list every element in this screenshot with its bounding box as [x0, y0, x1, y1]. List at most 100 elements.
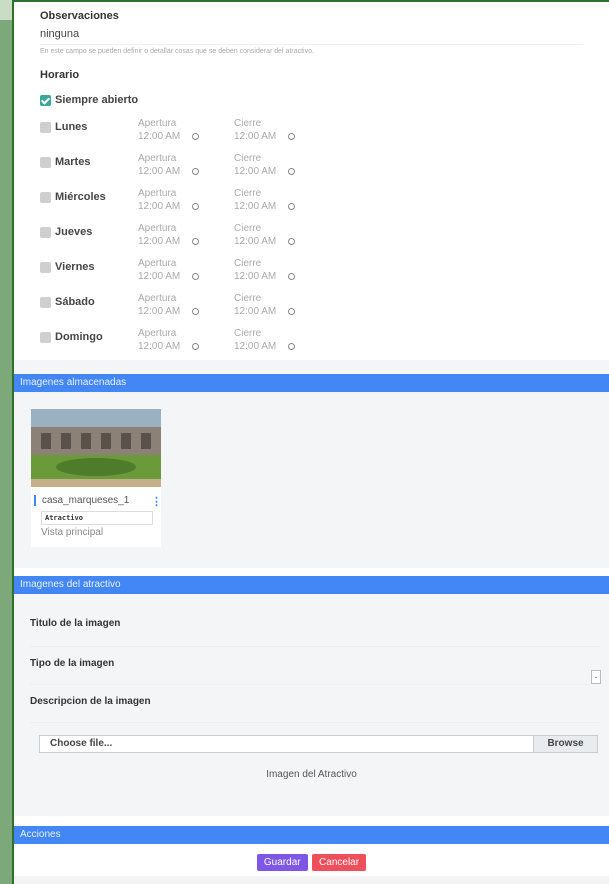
- checkbox-unchecked-icon[interactable]: [40, 226, 51, 238]
- image-title-label: Titulo de la imagen: [30, 618, 121, 629]
- clock-icon[interactable]: [192, 307, 200, 315]
- background-corner: [0, 0, 12, 20]
- chevron-down-icon[interactable]: ⌄: [591, 670, 601, 684]
- stored-image-filename[interactable]: casa_marqueses_1: [34, 495, 154, 506]
- day-name: Lunes: [55, 121, 88, 133]
- day-toggle[interactable]: Viernes: [40, 258, 138, 273]
- close-caption: Cierre: [234, 223, 262, 234]
- clock-icon[interactable]: [192, 237, 200, 245]
- close-caption: Cierre: [234, 293, 262, 304]
- image-description-input[interactable]: [30, 722, 599, 723]
- open-time-value: 12:00 AM: [138, 341, 181, 352]
- close-time-field[interactable]: Cierre 12:00 AM: [234, 293, 330, 317]
- image-title-input[interactable]: [30, 646, 599, 647]
- open-time-field[interactable]: Apertura 12:00 AM: [138, 293, 234, 317]
- clock-icon[interactable]: [288, 237, 296, 245]
- close-time-value: 12:00 AM: [234, 166, 277, 177]
- save-button[interactable]: Guardar: [256, 854, 308, 871]
- checkbox-unchecked-icon[interactable]: [40, 331, 51, 343]
- open-caption: Apertura: [138, 223, 177, 234]
- browse-button[interactable]: Browse: [533, 736, 597, 752]
- stored-images-section: casa_marqueses_1 ⋮ Atractivo Vista princ…: [14, 392, 609, 568]
- day-name: Martes: [55, 156, 91, 168]
- always-open-toggle[interactable]: Siempre abierto: [40, 94, 583, 106]
- open-time-field[interactable]: Apertura 12:00 AM: [138, 328, 234, 352]
- checkbox-unchecked-icon[interactable]: [40, 191, 51, 203]
- close-time-field[interactable]: Cierre 12:00 AM: [234, 328, 330, 352]
- observaciones-help: En este campo se pueden definir o detall…: [40, 44, 583, 55]
- clock-icon[interactable]: [192, 272, 200, 280]
- horario-label: Horario: [40, 69, 80, 81]
- close-time-field[interactable]: Cierre 12:00 AM: [234, 223, 330, 247]
- file-input[interactable]: Choose file... Browse: [39, 735, 598, 753]
- clock-icon[interactable]: [192, 202, 200, 210]
- open-time-field[interactable]: Apertura 12:00 AM: [138, 188, 234, 212]
- clock-icon[interactable]: [288, 307, 296, 315]
- more-options-icon[interactable]: ⋮: [151, 495, 162, 508]
- clock-icon[interactable]: [288, 342, 296, 350]
- clock-icon[interactable]: [192, 342, 200, 350]
- clock-icon[interactable]: [288, 272, 296, 280]
- close-time-field[interactable]: Cierre 12:00 AM: [234, 188, 330, 212]
- clock-icon[interactable]: [192, 167, 200, 175]
- day-toggle[interactable]: Lunes: [40, 118, 138, 133]
- day-toggle[interactable]: Sábado: [40, 293, 138, 308]
- checkbox-unchecked-icon[interactable]: [40, 121, 51, 133]
- close-time-value: 12:00 AM: [234, 341, 277, 352]
- close-time-field[interactable]: Cierre 12:00 AM: [234, 118, 330, 142]
- day-toggle[interactable]: Martes: [40, 153, 138, 168]
- file-input-placeholder: Choose file...: [50, 738, 113, 749]
- clock-icon[interactable]: [288, 132, 296, 140]
- close-time-value: 12:00 AM: [234, 236, 277, 247]
- cancel-button[interactable]: Cancelar: [312, 854, 367, 871]
- open-caption: Apertura: [138, 118, 177, 129]
- image-type-label: Tipo de la imagen: [30, 658, 115, 669]
- day-name: Sábado: [55, 296, 95, 308]
- open-time-field[interactable]: Apertura 12:00 AM: [138, 258, 234, 282]
- checkbox-unchecked-icon[interactable]: [40, 296, 51, 308]
- day-toggle[interactable]: Miércoles: [40, 188, 138, 203]
- open-caption: Apertura: [138, 153, 177, 164]
- day-row: Miércoles Apertura 12:00 AM Cierre 12:00 AM: [40, 188, 583, 223]
- day-row: Domingo Apertura 12:00 AM Cierre 12:00 AM: [40, 328, 583, 363]
- close-time-field[interactable]: Cierre 12:00 AM: [234, 258, 330, 282]
- clock-icon[interactable]: [192, 132, 200, 140]
- stored-image-subtitle: Vista principal: [41, 527, 104, 538]
- stored-images-header: Imagenes almacenadas: [14, 374, 609, 392]
- checkbox-unchecked-icon[interactable]: [40, 261, 51, 273]
- day-name: Domingo: [55, 331, 103, 343]
- open-time-value: 12:00 AM: [138, 131, 181, 142]
- clock-icon[interactable]: [288, 167, 296, 175]
- open-caption: Apertura: [138, 328, 177, 339]
- form-frame: Observaciones ninguna En este campo se p…: [12, 0, 609, 884]
- stored-image-thumbnail[interactable]: [31, 409, 161, 487]
- checkbox-unchecked-icon[interactable]: [40, 156, 51, 168]
- image-type-select[interactable]: [30, 684, 589, 685]
- close-time-value: 12:00 AM: [234, 131, 277, 142]
- close-time-field[interactable]: Cierre 12:00 AM: [234, 153, 330, 177]
- open-time-field[interactable]: Apertura 12:00 AM: [138, 153, 234, 177]
- open-time-field[interactable]: Apertura 12:00 AM: [138, 223, 234, 247]
- close-time-value: 12:00 AM: [234, 201, 277, 212]
- checkbox-checked-icon[interactable]: [40, 94, 51, 106]
- open-time-field[interactable]: Apertura 12:00 AM: [138, 118, 234, 142]
- attraction-images-title: Imagenes del atractivo: [20, 579, 121, 590]
- close-time-value: 12:00 AM: [234, 306, 277, 317]
- day-name: Miércoles: [55, 191, 106, 203]
- open-caption: Apertura: [138, 258, 177, 269]
- stored-image-type[interactable]: Atractivo: [41, 511, 153, 525]
- observaciones-value[interactable]: ninguna: [40, 28, 583, 40]
- open-time-value: 12:00 AM: [138, 166, 181, 177]
- day-row: Sábado Apertura 12:00 AM Cierre 12:00 AM: [40, 293, 583, 328]
- day-toggle[interactable]: Domingo: [40, 328, 138, 343]
- open-time-value: 12:00 AM: [138, 306, 181, 317]
- stored-image-card: casa_marqueses_1 ⋮ Atractivo Vista princ…: [31, 409, 162, 547]
- open-time-value: 12:00 AM: [138, 271, 181, 282]
- always-open-label: Siempre abierto: [55, 94, 139, 106]
- day-toggle[interactable]: Jueves: [40, 223, 138, 238]
- stored-images-title: Imagenes almacenadas: [20, 377, 127, 388]
- close-caption: Cierre: [234, 188, 262, 199]
- observaciones-label: Observaciones: [40, 10, 119, 22]
- clock-icon[interactable]: [288, 202, 296, 210]
- day-row: Lunes Apertura 12:00 AM Cierre 12:00 AM: [40, 118, 583, 153]
